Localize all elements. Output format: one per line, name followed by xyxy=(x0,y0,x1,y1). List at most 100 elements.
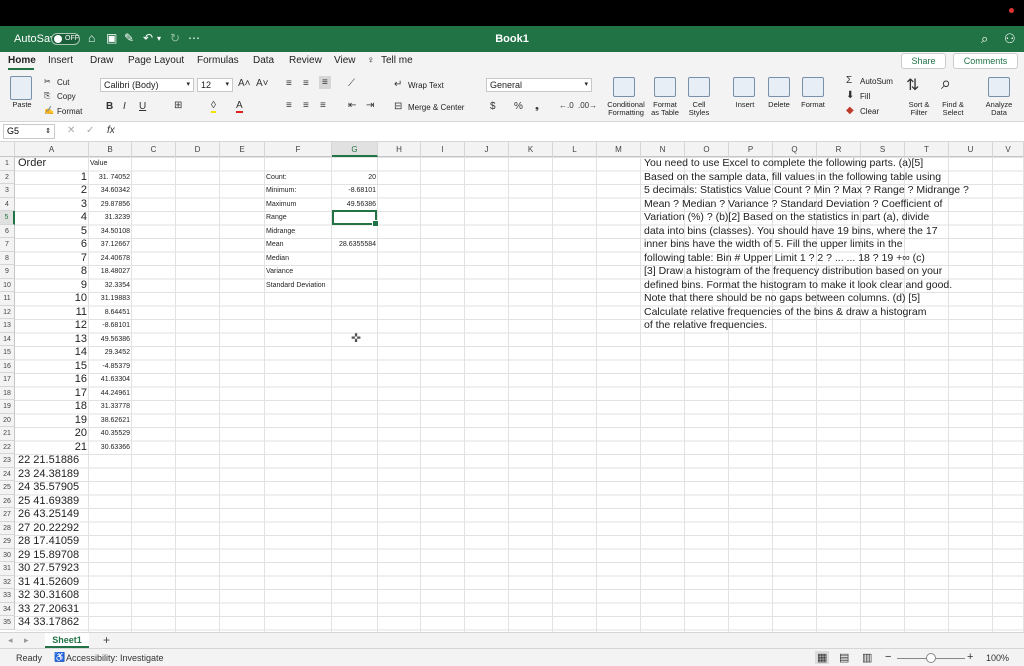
row-header-14[interactable]: 14 xyxy=(0,332,15,346)
row-header-31[interactable]: 31 xyxy=(0,562,15,576)
cell-order[interactable]: 7 xyxy=(15,252,87,266)
cell-value[interactable]: 24.40678 xyxy=(89,252,130,266)
format-cells-icon[interactable] xyxy=(802,77,824,97)
row-header-26[interactable]: 26 xyxy=(0,494,15,508)
comma-icon[interactable]: ❟ xyxy=(535,101,539,112)
column-header-m[interactable]: M xyxy=(597,142,641,157)
decrease-font-icon[interactable]: A˅ xyxy=(256,78,269,89)
column-header-k[interactable]: K xyxy=(509,142,553,157)
decrease-decimal-icon[interactable]: .00→ xyxy=(578,101,597,110)
share-people-icon[interactable]: ⚇ xyxy=(1004,31,1016,47)
stat-value[interactable] xyxy=(332,225,376,239)
cell-order-value[interactable]: 22 21.51886 xyxy=(18,454,79,468)
tab-insert[interactable]: Insert xyxy=(48,55,73,66)
cell-order[interactable]: 1 xyxy=(15,171,87,185)
name-box[interactable]: G5 ⇕ xyxy=(3,124,55,139)
clear-icon[interactable]: ◆ xyxy=(846,105,854,116)
cell-order-value[interactable]: 29 15.89708 xyxy=(18,549,79,563)
row-header-20[interactable]: 20 xyxy=(0,413,15,427)
cell-value[interactable]: 29.3452 xyxy=(89,346,130,360)
number-format-select[interactable]: General ▾ xyxy=(486,78,592,92)
paste-button[interactable]: Paste xyxy=(9,101,35,109)
row-header-27[interactable]: 27 xyxy=(0,508,15,522)
copy-icon[interactable]: ⎘ xyxy=(44,91,50,101)
row-header-11[interactable]: 11 xyxy=(0,292,15,306)
row-header-21[interactable]: 21 xyxy=(0,427,15,441)
column-header-c[interactable]: C xyxy=(132,142,176,157)
cell-order[interactable]: 11 xyxy=(15,306,87,320)
cell-order-value[interactable]: 25 41.69389 xyxy=(18,495,79,509)
cell-order[interactable]: 10 xyxy=(15,292,87,306)
font-size-select[interactable]: 12 ▾ xyxy=(197,78,233,92)
format-painter-icon[interactable]: ✍ xyxy=(44,106,54,115)
cell-order[interactable]: 5 xyxy=(15,225,87,239)
stat-label[interactable]: Count: xyxy=(266,171,287,185)
cell-order[interactable]: 18 xyxy=(15,400,87,414)
stat-label[interactable]: Variance xyxy=(266,265,293,279)
cell-order[interactable]: 4 xyxy=(15,211,87,225)
zoom-level[interactable]: 100% xyxy=(986,653,1009,663)
stat-value[interactable]: 28.6355584 xyxy=(332,238,376,252)
align-right-icon[interactable]: ≡ xyxy=(320,100,326,111)
stat-value[interactable]: -8.68101 xyxy=(332,184,376,198)
cell-value[interactable]: 31.19883 xyxy=(89,292,130,306)
column-header-d[interactable]: D xyxy=(176,142,220,157)
column-header-q[interactable]: Q xyxy=(773,142,817,157)
insert-cells-button[interactable]: Insert xyxy=(730,101,760,109)
format-cells-button[interactable]: Format xyxy=(798,101,828,109)
cell-value[interactable]: 31. 74052 xyxy=(89,171,130,185)
tab-view[interactable]: View xyxy=(334,55,356,66)
fill-button[interactable]: Fill xyxy=(860,92,870,101)
cut-button[interactable]: Cut xyxy=(57,78,69,87)
decrease-indent-icon[interactable]: ⇤ xyxy=(348,100,356,111)
increase-font-icon[interactable]: A˄ xyxy=(238,78,251,89)
sort-filter-button[interactable]: Sort & Filter xyxy=(902,101,936,117)
cell-order[interactable]: 12 xyxy=(15,319,87,333)
delete-cells-button[interactable]: Delete xyxy=(764,101,794,109)
row-header-30[interactable]: 30 xyxy=(0,548,15,562)
orientation-icon[interactable]: ⟋ xyxy=(348,78,355,89)
row-header-16[interactable]: 16 xyxy=(0,359,15,373)
column-header-b[interactable]: B xyxy=(89,142,132,157)
percent-icon[interactable]: % xyxy=(514,101,523,112)
accessibility-status[interactable]: Accessibility: Investigate xyxy=(66,653,164,663)
column-header-r[interactable]: R xyxy=(817,142,861,157)
row-header-34[interactable]: 34 xyxy=(0,602,15,616)
row-header-2[interactable]: 2 xyxy=(0,170,15,184)
row-header-33[interactable]: 33 xyxy=(0,589,15,603)
borders-icon[interactable]: ⊞ xyxy=(174,100,182,111)
page-layout-view-icon[interactable]: ▤ xyxy=(839,651,849,664)
wrap-text-icon[interactable]: ↵ xyxy=(394,79,402,90)
cell-order[interactable]: 16 xyxy=(15,373,87,387)
cell-value[interactable]: 31.3239 xyxy=(89,211,130,225)
stat-label[interactable]: Minimum: xyxy=(266,184,296,198)
comments-button[interactable]: Comments xyxy=(953,53,1018,69)
cell-order[interactable]: 6 xyxy=(15,238,87,252)
stat-value[interactable]: 49.56386 xyxy=(332,198,376,212)
stat-label[interactable]: Standard Deviation xyxy=(266,279,326,293)
cut-icon[interactable]: ✂ xyxy=(44,77,51,86)
stat-label[interactable]: Midrange xyxy=(266,225,295,239)
stat-label[interactable]: Maximum xyxy=(266,198,296,212)
row-header-8[interactable]: 8 xyxy=(0,251,15,265)
tab-formulas[interactable]: Formulas xyxy=(197,55,239,66)
worksheet[interactable]: ABCDEFGHIJKLMNOPQRSTUV 1 2 3 4 5 6 7 8 9 10 11 12 13… xyxy=(0,142,1024,632)
cell-value[interactable]: 34.60342 xyxy=(89,184,130,198)
find-select-icon[interactable]: ⌕ xyxy=(941,73,951,94)
column-header-s[interactable]: S xyxy=(861,142,905,157)
fill-color-icon[interactable]: ◊ xyxy=(211,100,216,113)
analyze-data-button[interactable]: Analyze Data xyxy=(980,101,1018,117)
increase-indent-icon[interactable]: ⇥ xyxy=(366,100,374,111)
merge-icon[interactable]: ⊟ xyxy=(394,101,402,112)
cell-order[interactable]: 13 xyxy=(15,333,87,347)
tab-home[interactable]: Home xyxy=(8,55,36,66)
cell-order-value[interactable]: 31 41.52609 xyxy=(18,576,79,590)
cell-value[interactable]: 8.64451 xyxy=(89,306,130,320)
stat-value[interactable] xyxy=(332,252,376,266)
row-header-32[interactable]: 32 xyxy=(0,575,15,589)
stat-label[interactable]: Mean xyxy=(266,238,284,252)
row-header-17[interactable]: 17 xyxy=(0,373,15,387)
stat-label[interactable]: Median xyxy=(266,252,289,266)
cell-value[interactable]: 44.24961 xyxy=(89,387,130,401)
normal-view-icon[interactable]: ▦ xyxy=(815,651,830,664)
